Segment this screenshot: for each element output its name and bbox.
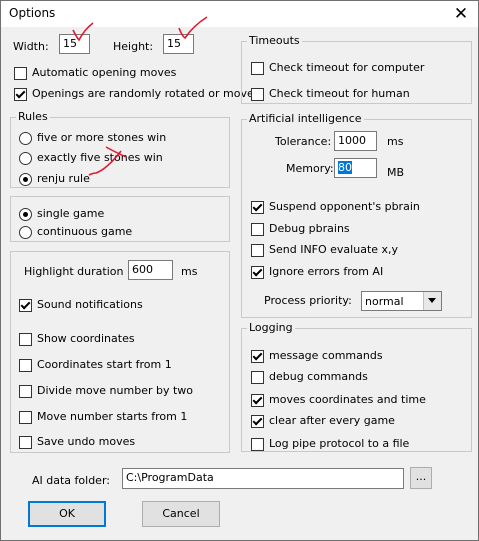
randomized-openings-label: Openings are randomly rotated or moved <box>32 87 261 100</box>
chevron-down-icon <box>423 292 441 310</box>
display-option-label: Show coordinates <box>37 332 135 345</box>
ai-option-label: Ignore errors from AI <box>269 265 384 278</box>
display-option-label: Divide move number by two <box>37 384 194 397</box>
logging-option-label: clear after every game <box>269 414 395 427</box>
logging-group: Logging <box>241 321 472 452</box>
logging-option-checkbox[interactable] <box>251 415 264 428</box>
logging-option-label: moves coordinates and time <box>269 393 426 406</box>
highlight-duration-unit: ms <box>181 265 198 278</box>
rules-group-title: Rules <box>16 110 50 123</box>
game-mode-option-radio[interactable] <box>19 208 32 221</box>
ai-option-checkbox[interactable] <box>251 244 264 257</box>
logging-option-label: debug commands <box>269 370 368 383</box>
timeouts-group-title: Timeouts <box>247 34 302 47</box>
memory-label: Memory: <box>286 162 334 175</box>
display-option-label: Coordinates start from 1 <box>37 358 172 371</box>
display-option-checkbox[interactable] <box>19 359 32 372</box>
highlight-duration-input[interactable]: 600 <box>128 260 173 280</box>
display-option-label: Save undo moves <box>37 435 136 448</box>
height-label: Height: <box>113 40 154 53</box>
logging-option-checkbox[interactable] <box>251 371 264 384</box>
highlight-duration-label: Highlight duration : <box>24 265 131 278</box>
ai-data-folder-input[interactable]: C:\ProgramData <box>122 468 404 489</box>
ai-option-label: Send INFO evaluate x,y <box>269 243 399 256</box>
rule-option-radio[interactable] <box>19 152 32 165</box>
game-mode-option-label: continuous game <box>37 225 133 238</box>
display-option-checkbox[interactable] <box>19 299 32 312</box>
ok-button[interactable]: OK <box>28 501 106 527</box>
process-priority-value: normal <box>365 295 404 308</box>
red-checkmark-annotation <box>178 16 208 40</box>
display-option-checkbox[interactable] <box>19 385 32 398</box>
tolerance-unit: ms <box>387 135 404 148</box>
red-underline-annotation <box>88 150 122 176</box>
rule-option-label: five or more stones win <box>37 131 167 144</box>
red-checkmark-annotation <box>72 22 94 42</box>
logging-option-checkbox[interactable] <box>251 438 264 451</box>
rule-option-label: renju rule <box>37 172 90 185</box>
ai-option-label: Suspend opponent's pbrain <box>269 200 420 213</box>
tolerance-label: Tolerance: <box>275 135 332 148</box>
display-option-label: Move number starts from 1 <box>37 410 188 423</box>
close-icon[interactable]: ✕ <box>450 3 472 25</box>
browse-folder-button[interactable]: ... <box>410 467 432 489</box>
ai-option-label: Debug pbrains <box>269 222 350 235</box>
tolerance-input[interactable]: 1000 <box>334 131 377 151</box>
process-priority-select[interactable]: normal <box>361 291 442 311</box>
game-mode-option-radio[interactable] <box>19 226 32 239</box>
logging-option-checkbox[interactable] <box>251 394 264 407</box>
display-option-checkbox[interactable] <box>19 436 32 449</box>
automatic-opening-checkbox[interactable] <box>14 67 27 80</box>
automatic-opening-label: Automatic opening moves <box>32 66 177 79</box>
width-label: Width: <box>13 40 49 53</box>
logging-group-title: Logging <box>247 321 295 334</box>
game-mode-option-label: single game <box>37 207 105 220</box>
display-option-checkbox[interactable] <box>19 411 32 424</box>
memory-value: 80 <box>338 161 352 174</box>
timeout-option-label: Check timeout for computer <box>269 61 425 74</box>
ai-option-checkbox[interactable] <box>251 266 264 279</box>
process-priority-label: Process priority: <box>264 294 352 307</box>
rule-option-radio[interactable] <box>19 173 32 186</box>
logging-option-label: message commands <box>269 349 383 362</box>
window-title: Options <box>9 6 56 20</box>
timeout-option-label: Check timeout for human <box>269 87 410 100</box>
rule-option-radio[interactable] <box>19 132 32 145</box>
memory-unit: MB <box>387 166 405 179</box>
logging-option-label: Log pipe protocol to a file <box>269 437 410 450</box>
timeout-option-checkbox[interactable] <box>251 62 264 75</box>
ai-group-title: Artificial intelligence <box>247 112 364 125</box>
ai-option-checkbox[interactable] <box>251 201 264 214</box>
memory-input[interactable]: 80 <box>334 158 377 178</box>
display-option-checkbox[interactable] <box>19 333 32 346</box>
randomized-openings-checkbox[interactable] <box>14 88 27 101</box>
logging-option-checkbox[interactable] <box>251 350 264 363</box>
ai-option-checkbox[interactable] <box>251 223 264 236</box>
display-option-label: Sound notifications <box>37 298 143 311</box>
ai-data-folder-label: AI data folder: <box>32 474 110 487</box>
options-dialog: Options ✕ Width: 15 Height: 15 Automatic… <box>0 0 479 541</box>
timeout-option-checkbox[interactable] <box>251 88 264 101</box>
cancel-button[interactable]: Cancel <box>142 501 220 527</box>
